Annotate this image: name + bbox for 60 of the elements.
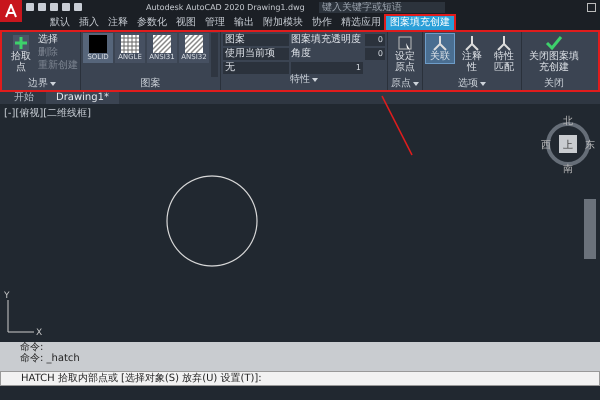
link-icon xyxy=(496,35,512,51)
ribbon-tab[interactable]: 注释 xyxy=(104,16,132,30)
ribbon-tab[interactable]: 输出 xyxy=(230,16,258,30)
ribbon-tab[interactable]: 参数化 xyxy=(133,16,171,30)
caret-icon[interactable] xyxy=(312,78,318,82)
ribbon-tab[interactable]: 附加模块 xyxy=(259,16,307,30)
set-origin-button[interactable]: 设定原点 xyxy=(390,33,420,75)
command-history-line: 命令: _hatch xyxy=(19,353,81,364)
viewcube-face-label[interactable]: 上 xyxy=(563,140,573,151)
gallery-scrollbar[interactable] xyxy=(211,33,218,77)
window-title: Autodesk AutoCAD 2020 Drawing1.dwg xyxy=(146,2,305,12)
ribbon-tab[interactable]: 精选应用 xyxy=(337,16,385,30)
file-tab[interactable]: Drawing1* xyxy=(46,92,119,104)
grid-swatch-icon xyxy=(121,35,139,53)
panel-title[interactable]: 特性 xyxy=(290,74,310,86)
caret-icon[interactable] xyxy=(50,82,56,86)
viewcube-face[interactable] xyxy=(559,135,577,153)
file-tab[interactable]: 开始 xyxy=(4,92,44,104)
solid-swatch-icon xyxy=(89,35,107,53)
option-button[interactable]: 特性匹配 xyxy=(489,33,519,75)
option-button[interactable]: 关联 xyxy=(425,33,455,64)
plus-icon xyxy=(13,35,29,51)
color-dropdown[interactable]: 使用当前项 xyxy=(223,48,289,60)
compass-label[interactable]: 东 xyxy=(585,140,595,151)
pattern-type-dropdown[interactable]: 图案 xyxy=(223,34,289,46)
maximize-icon[interactable] xyxy=(587,2,596,12)
panel-title: 图案 xyxy=(140,78,160,90)
link-icon xyxy=(432,35,448,51)
cursor-icon xyxy=(397,35,413,51)
ribbon-tab[interactable]: 管理 xyxy=(201,16,229,30)
panel-title: 关闭 xyxy=(544,78,564,90)
caret-icon[interactable] xyxy=(413,82,419,86)
hatch-swatch-icon xyxy=(185,35,203,53)
boundary-option[interactable]: 选择 xyxy=(38,33,58,46)
caret-icon[interactable] xyxy=(480,82,486,86)
background-dropdown[interactable]: 无 xyxy=(223,62,289,74)
compass-label[interactable]: 南 xyxy=(563,164,573,175)
ribbon-tab[interactable]: 插入 xyxy=(75,16,103,30)
annotation-line xyxy=(381,96,413,156)
ribbon-tab[interactable]: 视图 xyxy=(172,16,200,30)
panel-title[interactable]: 选项 xyxy=(458,78,478,90)
panel-title[interactable]: 原点 xyxy=(391,78,411,90)
angle-field[interactable]: 0 xyxy=(365,48,385,60)
close-hatch-button[interactable]: 关闭图案填充创建 xyxy=(524,33,584,75)
pick-point-button[interactable]: 拾取点 xyxy=(6,33,36,75)
ribbon-tab[interactable]: 协作 xyxy=(308,16,336,30)
panel-title[interactable]: 边界 xyxy=(28,78,48,90)
app-logo-icon[interactable] xyxy=(0,0,22,22)
hatch-swatch-icon xyxy=(153,35,171,53)
transparency-field[interactable]: 0 xyxy=(365,34,385,46)
compass-label[interactable]: 北 xyxy=(563,116,573,127)
angle-label: 角度 xyxy=(291,48,312,60)
command-history-line: 命令: xyxy=(19,342,44,353)
link-icon xyxy=(464,35,480,51)
viewport-label[interactable]: [-][俯视][二维线框] xyxy=(4,106,92,120)
transparency-label: 图案填充透明度 xyxy=(291,34,362,46)
checkmark-icon xyxy=(545,35,563,51)
option-button[interactable]: 注释性 xyxy=(457,33,487,75)
ribbon-tab[interactable]: 默认 xyxy=(46,16,74,30)
scale-field[interactable]: 1 xyxy=(291,62,363,74)
